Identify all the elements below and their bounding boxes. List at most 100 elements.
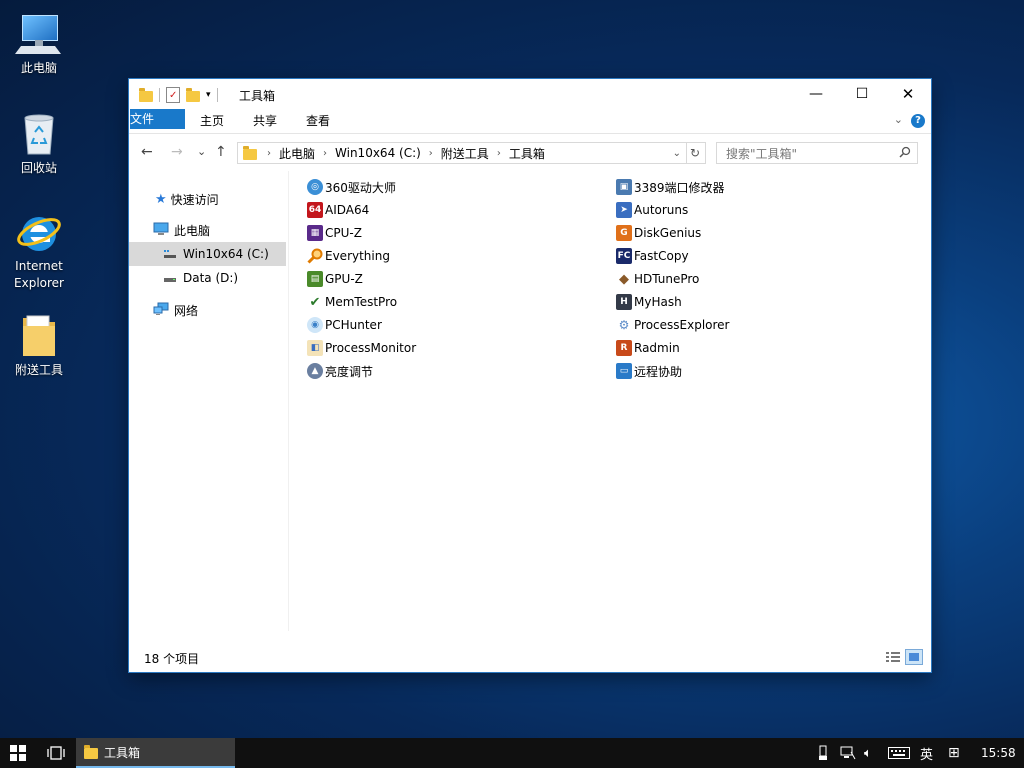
tab-view[interactable]: 查看	[299, 109, 337, 133]
task-view-button[interactable]	[38, 738, 74, 768]
list-item[interactable]: FC FastCopy	[616, 246, 689, 266]
nav-item-this-pc[interactable]: 此电脑	[129, 218, 286, 242]
file-name: Radmin	[634, 341, 680, 355]
usb-icon[interactable]	[818, 738, 828, 768]
list-item[interactable]: ▭ 远程协助	[616, 361, 682, 381]
tab-home[interactable]: 主页	[193, 109, 231, 133]
desktop-icon-label: 附送工具	[14, 363, 63, 377]
volume-icon[interactable]: 🔈︎	[864, 738, 872, 768]
divider	[216, 88, 218, 102]
breadcrumb-toolbox[interactable]: 工具箱	[509, 145, 545, 162]
nav-item-drive-d[interactable]: Data (D:)	[129, 266, 286, 290]
list-item[interactable]: G DiskGenius	[616, 223, 701, 243]
recent-locations-button[interactable]: ⌄	[197, 145, 206, 158]
list-item[interactable]: ⚙ ProcessExplorer	[616, 315, 730, 335]
list-item[interactable]: ➤ Autoruns	[616, 200, 688, 220]
ribbon-tabs: 文件 主页 共享 查看 ⌄ ?	[129, 109, 931, 134]
search-input[interactable]: 搜索"工具箱"	[716, 142, 918, 164]
ime-mode-icon[interactable]: ⊞	[948, 738, 960, 768]
desktop-icon-tools-folder[interactable]: 附送工具	[4, 312, 74, 379]
desktop-icon-this-pc[interactable]: 此电脑	[4, 10, 74, 77]
magnifier-icon	[307, 248, 323, 264]
list-item[interactable]: ◎ 360驱动大师	[307, 177, 396, 197]
clock[interactable]: 15:58	[981, 738, 1016, 768]
file-name: ProcessMonitor	[325, 341, 417, 355]
diskgenius-icon: G	[616, 225, 632, 241]
file-name: HDTunePro	[634, 272, 700, 286]
properties-icon[interactable]: ✓	[166, 87, 180, 103]
list-item[interactable]: ▤ GPU-Z	[307, 269, 363, 289]
taskbar: 工具箱 🔈︎ 英 ⊞ 15:58	[0, 738, 1024, 768]
desktop-icon-ie[interactable]: Internet Explorer	[4, 208, 74, 292]
close-button[interactable]: ✕	[885, 79, 931, 109]
file-name: AIDA64	[325, 203, 370, 217]
refresh-button[interactable]: ↻	[685, 142, 706, 164]
nav-item-quick-access[interactable]: ★ 快速访问	[129, 187, 286, 211]
list-item[interactable]: ◆ HDTunePro	[616, 269, 699, 289]
file-name: CPU-Z	[325, 226, 362, 240]
help-icon[interactable]: ?	[911, 114, 925, 128]
address-row: ← → ⌄ ↑ › 此电脑 › Win10x64 (C:) › 附送工具 › 工…	[129, 134, 931, 170]
expand-ribbon-icon[interactable]: ⌄	[894, 113, 903, 126]
customize-toolbar-icon[interactable]: ▾	[206, 90, 211, 100]
taskbar-app-toolbox[interactable]: 工具箱	[76, 738, 235, 768]
list-item[interactable]: 64 AIDA64	[307, 200, 369, 220]
tab-share[interactable]: 共享	[246, 109, 284, 133]
procexp-icon: ⚙	[618, 318, 630, 332]
title-bar[interactable]: ✓ ▾ 工具箱 — ☐ ✕	[129, 79, 931, 109]
file-name: DiskGenius	[634, 226, 702, 240]
address-bar[interactable]: › 此电脑 › Win10x64 (C:) › 附送工具 › 工具箱 ⌄	[237, 142, 687, 164]
folder-icon	[15, 312, 63, 360]
keyboard-icon[interactable]	[888, 738, 910, 768]
file-name: FastCopy	[634, 249, 689, 263]
list-item[interactable]: H MyHash	[616, 292, 682, 312]
list-item[interactable]: ▦ CPU-Z	[307, 223, 362, 243]
new-folder-icon[interactable]	[186, 87, 200, 102]
file-name: Everything	[325, 249, 390, 263]
nav-item-drive-c[interactable]: Win10x64 (C:)	[129, 242, 286, 266]
drive-icon	[163, 271, 177, 286]
file-name: PCHunter	[325, 318, 382, 332]
start-button[interactable]	[0, 738, 36, 768]
list-item[interactable]: Everything	[307, 246, 390, 266]
ime-indicator[interactable]: 英	[920, 738, 933, 768]
file-list: ◎ 360驱动大师 64 AIDA64 ▦ CPU-Z Everything ▤ GPU…	[289, 171, 931, 631]
list-item[interactable]: ◧ ProcessMonitor	[307, 338, 416, 358]
navigation-pane: ★ 快速访问 此电脑 Win10x64 (C:) Data (D:) 网络	[129, 171, 289, 631]
nav-item-network[interactable]: 网络	[129, 298, 286, 322]
forward-button[interactable]: →	[171, 144, 183, 160]
explorer-window: ✓ ▾ 工具箱 — ☐ ✕ 文件 主页 共享 查看 ⌄ ? ← → ⌄ ↑ › …	[129, 79, 931, 672]
task-view-icon	[47, 746, 65, 760]
list-item[interactable]: ✔ MemTestPro	[307, 292, 398, 312]
windows-logo-icon	[10, 745, 26, 761]
network-status-icon[interactable]	[840, 738, 856, 768]
list-item[interactable]: ◉ PCHunter	[307, 315, 382, 335]
maximize-button[interactable]: ☐	[839, 79, 885, 109]
list-item[interactable]: R Radmin	[616, 338, 680, 358]
tab-file[interactable]: 文件	[130, 109, 185, 129]
details-view-icon[interactable]	[885, 650, 901, 667]
breadcrumb-tools[interactable]: 附送工具	[441, 145, 489, 162]
address-dropdown-icon[interactable]: ⌄	[673, 148, 681, 159]
nav-item-label: 网络	[174, 303, 199, 318]
folder-icon	[243, 145, 257, 160]
pchunter-icon: ◉	[307, 317, 323, 333]
gpuz-icon: ▤	[307, 271, 323, 287]
drive-icon	[163, 247, 177, 262]
nav-item-label: Win10x64 (C:)	[183, 247, 269, 261]
list-item[interactable]: ▲ 亮度调节	[307, 361, 373, 381]
breadcrumb-this-pc[interactable]: 此电脑	[279, 145, 315, 162]
computer-icon	[15, 10, 63, 58]
large-icons-view-icon[interactable]	[905, 649, 923, 665]
list-item[interactable]: ▣ 3389端口修改器	[616, 177, 725, 197]
breadcrumb-separator-icon: ›	[323, 147, 328, 159]
memtest-icon: ✔	[309, 294, 321, 310]
nav-item-label: 快速访问	[170, 192, 219, 207]
back-button[interactable]: ←	[141, 144, 153, 160]
file-name: ProcessExplorer	[634, 318, 730, 332]
breadcrumb-drive-c[interactable]: Win10x64 (C:)	[335, 146, 421, 160]
folder-icon	[139, 87, 153, 102]
minimize-button[interactable]: —	[793, 79, 839, 109]
up-button[interactable]: ↑	[215, 144, 227, 160]
desktop-icon-recycle-bin[interactable]: 回收站	[4, 110, 74, 177]
